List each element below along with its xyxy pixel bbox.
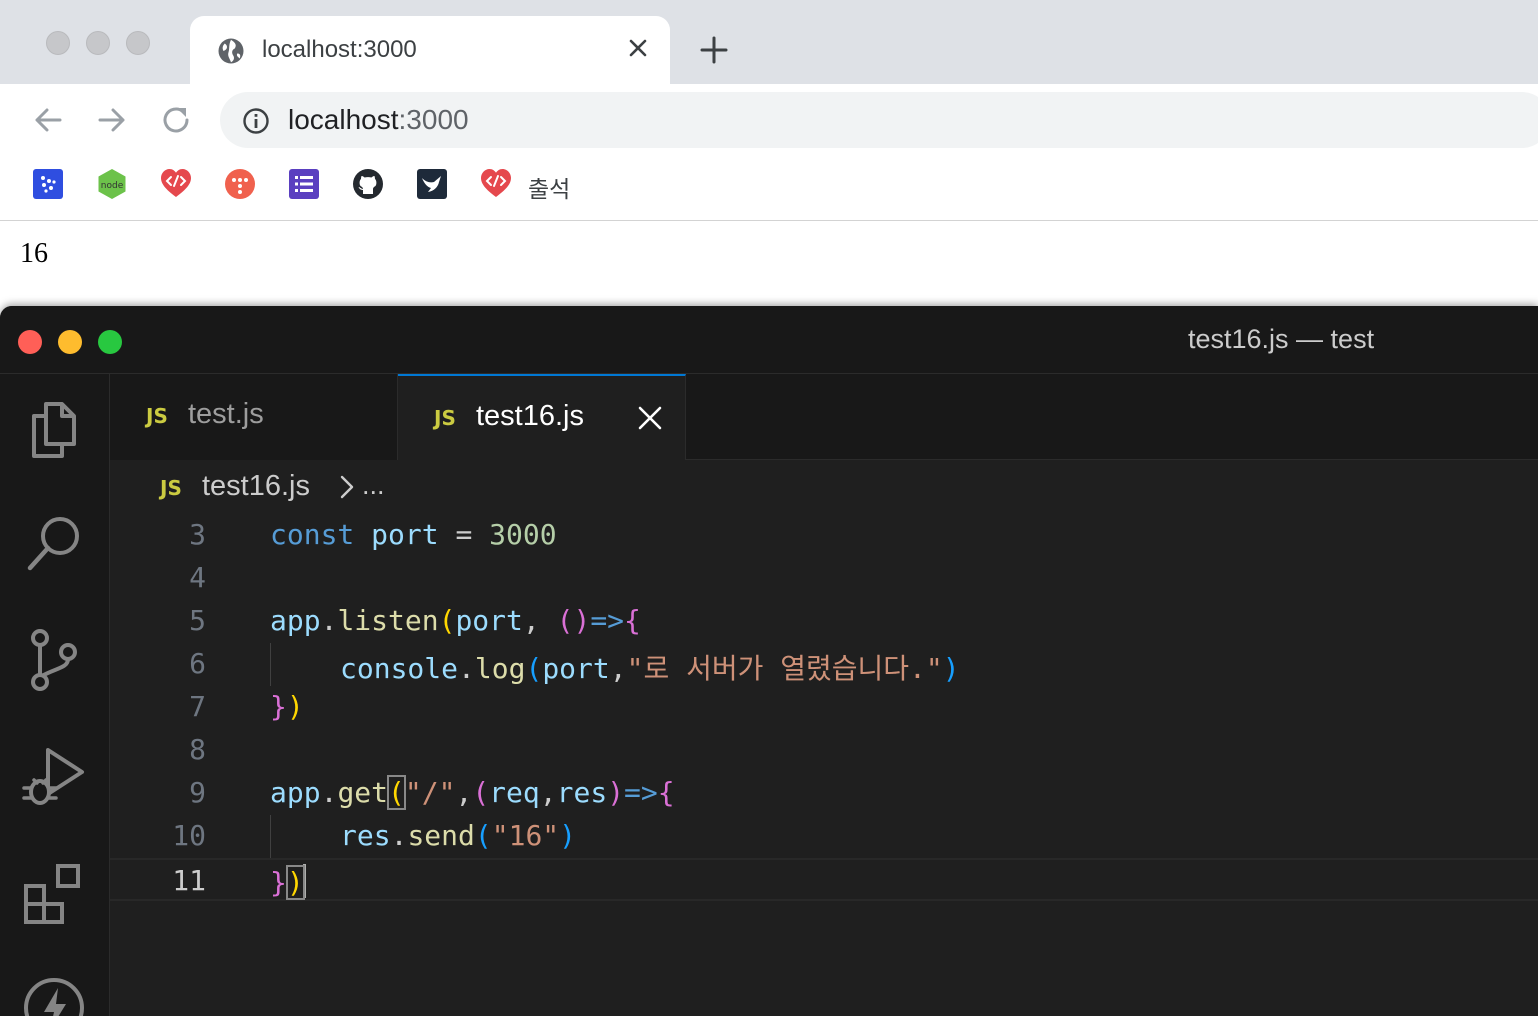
code-text: app.listen(port, ()=>{ bbox=[270, 604, 641, 637]
line-number: 4 bbox=[189, 561, 206, 594]
breadcrumb-file[interactable]: test16.js bbox=[202, 470, 310, 503]
reload-icon[interactable] bbox=[158, 102, 194, 138]
window-title: test16.js — test bbox=[1188, 324, 1375, 354]
screen: localhost:3000 localhost:3000 node 출석 16… bbox=[0, 0, 1538, 1016]
run-debug-icon[interactable] bbox=[20, 742, 88, 810]
code-text: app.get("/",(req,res)=>{ bbox=[270, 775, 675, 810]
url-port: :3000 bbox=[398, 104, 469, 135]
new-tab-plus-icon[interactable] bbox=[698, 34, 730, 66]
bird-icon[interactable] bbox=[416, 168, 448, 200]
site-info-icon[interactable] bbox=[242, 107, 270, 135]
line-number: 9 bbox=[189, 776, 206, 809]
extensions-icon[interactable] bbox=[20, 858, 88, 926]
tab-label: test16.js bbox=[476, 400, 584, 432]
code-heart-icon[interactable] bbox=[480, 168, 512, 200]
browser-tab-title: localhost:3000 bbox=[262, 36, 417, 63]
bookmarks-bar: node 출석 bbox=[0, 156, 1538, 220]
explorer-files-icon[interactable] bbox=[20, 394, 88, 462]
chevron-right-icon bbox=[340, 475, 354, 499]
blue-grid-icon[interactable] bbox=[32, 168, 64, 200]
line-number: 6 bbox=[189, 647, 206, 680]
code-text: const port = 3000 bbox=[270, 518, 557, 551]
browser-tab-strip: localhost:3000 bbox=[0, 0, 1538, 84]
back-arrow-icon[interactable] bbox=[30, 102, 66, 138]
url-host: localhost bbox=[288, 104, 399, 135]
code-line: 7 }) bbox=[110, 686, 1538, 729]
address-url: localhost:3000 bbox=[288, 104, 469, 136]
code-line: 3 const port = 3000 bbox=[110, 514, 1538, 557]
code-text: res.send("16") bbox=[340, 819, 577, 852]
line-number: 10 bbox=[172, 819, 206, 852]
breadcrumb: JS test16.js ... bbox=[110, 460, 1538, 514]
line-number: 3 bbox=[189, 518, 206, 551]
code-line: 5 app.listen(port, ()=>{ bbox=[110, 600, 1538, 643]
address-bar[interactable]: localhost:3000 bbox=[220, 92, 1538, 148]
code-editor[interactable]: 3 const port = 3000 4 5 app.listen(port,… bbox=[110, 514, 1538, 1016]
list-icon[interactable] bbox=[288, 168, 320, 200]
github-icon[interactable] bbox=[352, 168, 384, 200]
code-text: }) bbox=[270, 690, 304, 723]
source-control-icon[interactable] bbox=[20, 626, 88, 694]
current-code-line: 11 }) bbox=[110, 858, 1538, 901]
line-number: 5 bbox=[189, 604, 206, 637]
search-icon[interactable] bbox=[20, 510, 88, 578]
close-icon[interactable] bbox=[636, 404, 664, 432]
code-line: 4 bbox=[110, 557, 1538, 600]
vscode-close-button[interactable] bbox=[18, 330, 42, 354]
page-body-text: 16 bbox=[20, 238, 48, 269]
code-line: 9 app.get("/",(req,res)=>{ bbox=[110, 772, 1538, 815]
svg-text:node: node bbox=[101, 181, 124, 191]
globe-icon bbox=[218, 38, 244, 64]
lightning-icon[interactable] bbox=[20, 974, 88, 1016]
code-line: 10 res.send("16") bbox=[110, 815, 1538, 858]
code-line: 8 bbox=[110, 729, 1538, 772]
indent-guide bbox=[270, 643, 271, 686]
browser-tab-localhost[interactable]: localhost:3000 bbox=[190, 16, 670, 84]
vscode-maximize-button[interactable] bbox=[98, 330, 122, 354]
orange-circle-icon[interactable] bbox=[224, 168, 256, 200]
breadcrumb-symbol[interactable]: ... bbox=[362, 470, 385, 501]
js-file-icon: JS bbox=[434, 406, 456, 430]
browser-minimize-button[interactable] bbox=[86, 31, 110, 55]
nodejs-icon[interactable]: node bbox=[96, 168, 128, 200]
editor-tabs: JS test.js JS test16.js bbox=[110, 374, 1538, 460]
tab-test16-js[interactable]: JS test16.js bbox=[398, 374, 686, 460]
js-file-icon: JS bbox=[160, 476, 182, 500]
browser-close-button[interactable] bbox=[46, 31, 70, 55]
code-heart-icon[interactable] bbox=[160, 168, 192, 200]
vscode-minimize-button[interactable] bbox=[58, 330, 82, 354]
tab-close-icon[interactable] bbox=[624, 34, 652, 62]
bookmark-label-attendance[interactable]: 출석 bbox=[528, 170, 570, 204]
line-number: 8 bbox=[189, 733, 206, 766]
browser-toolbar: localhost:3000 bbox=[0, 84, 1538, 156]
browser-window: localhost:3000 localhost:3000 node 출석 16 bbox=[0, 0, 1538, 320]
js-file-icon: JS bbox=[146, 404, 168, 428]
tab-test-js[interactable]: JS test.js bbox=[110, 374, 398, 460]
forward-arrow-icon[interactable] bbox=[94, 102, 130, 138]
activity-bar bbox=[0, 374, 110, 1016]
indent-guide bbox=[270, 815, 271, 858]
toolbar-divider bbox=[0, 220, 1538, 221]
vscode-titlebar: test16.js — test bbox=[0, 306, 1538, 374]
vscode-window: test16.js — test JS test.js JS test16.js… bbox=[0, 306, 1538, 1016]
line-number: 11 bbox=[172, 864, 206, 897]
text-cursor bbox=[302, 864, 306, 898]
tab-label: test.js bbox=[188, 398, 264, 430]
code-line: 6 console.log(port,"로 서버가 열렸습니다.") bbox=[110, 643, 1538, 686]
line-number: 7 bbox=[189, 690, 206, 723]
browser-maximize-button[interactable] bbox=[126, 31, 150, 55]
code-text: console.log(port,"로 서버가 열렸습니다.") bbox=[340, 652, 960, 685]
code-text: }) bbox=[270, 864, 306, 900]
